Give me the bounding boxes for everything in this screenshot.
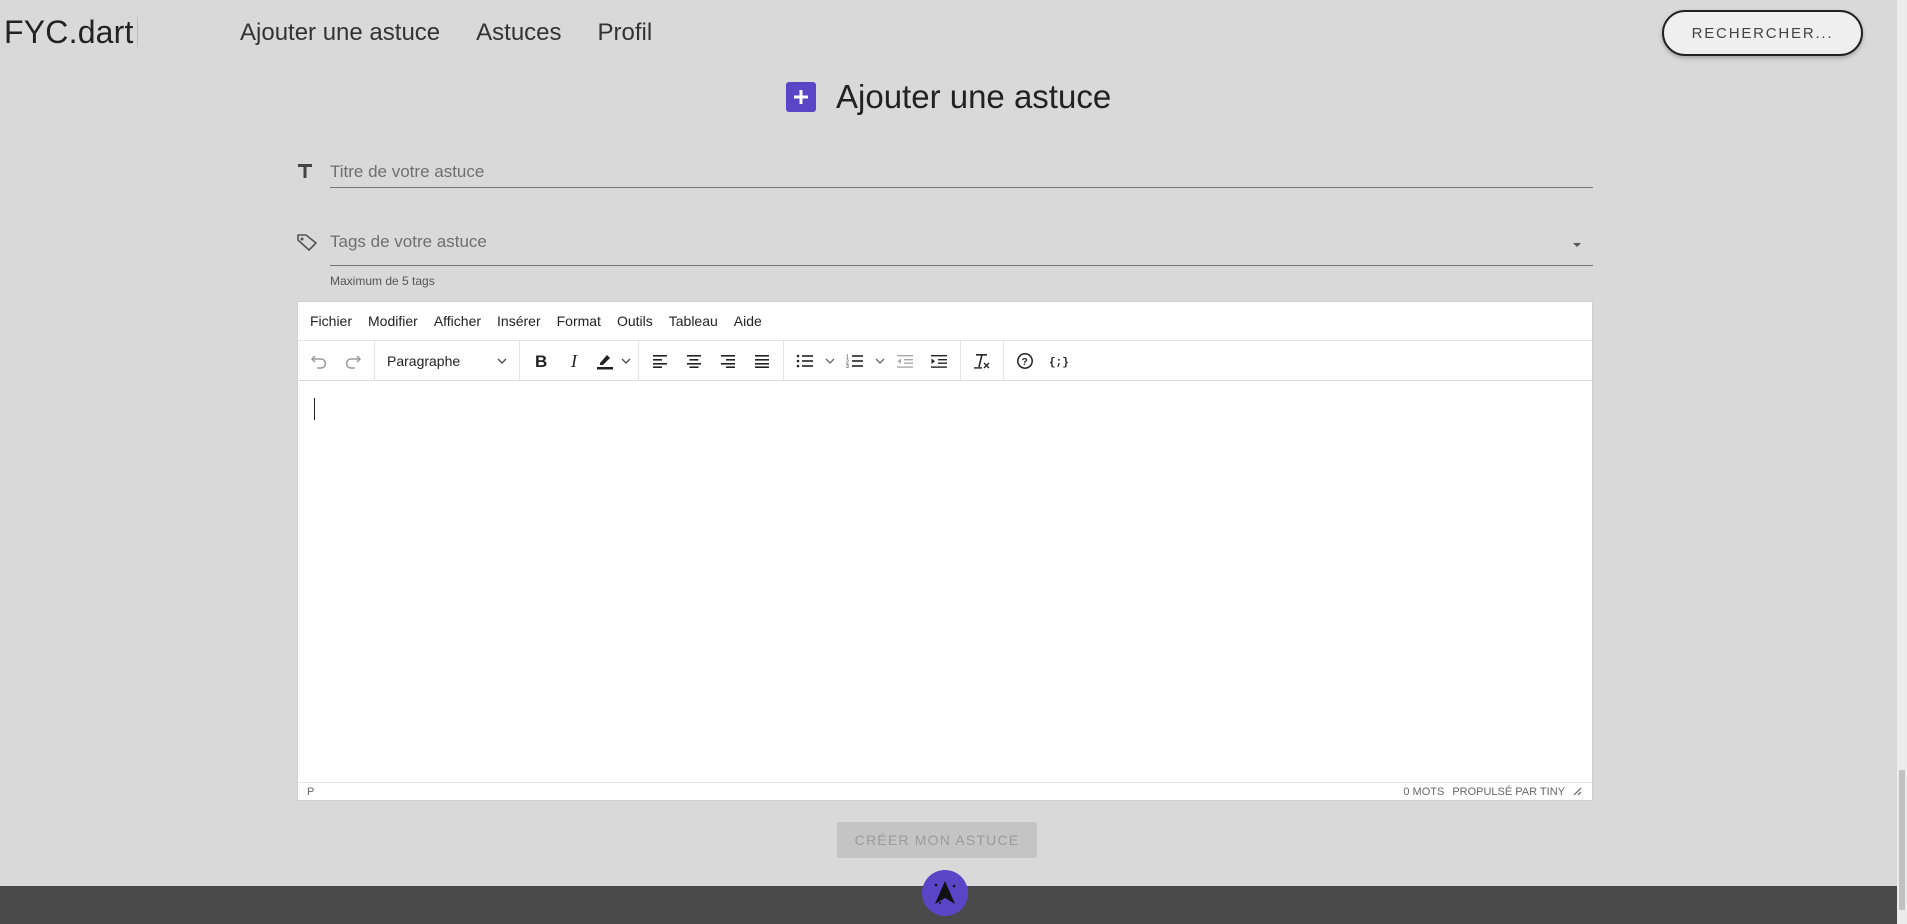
rich-text-editor: Fichier Modifier Afficher Insérer Format…	[297, 301, 1593, 801]
menu-help[interactable]: Aide	[734, 313, 762, 329]
menu-insert[interactable]: Insérer	[497, 313, 541, 329]
nav-link-tips[interactable]: Astuces	[476, 19, 561, 47]
title-field[interactable]: Titre de votre astuce	[296, 156, 1593, 190]
editor-statusbar: P 0 MOTS PROPULSÉ PAR TINY	[298, 782, 1592, 800]
help-code-group: ? {;}	[1004, 341, 1080, 380]
chevron-down-icon[interactable]	[1571, 236, 1583, 254]
chevron-down-icon[interactable]	[872, 346, 888, 376]
word-count[interactable]: 0 MOTS	[1403, 786, 1444, 798]
block-format-value: Paragraphe	[387, 352, 461, 369]
clear-format-group	[961, 341, 1004, 380]
editor-content-area[interactable]	[298, 382, 1592, 782]
nav-link-add-tip[interactable]: Ajouter une astuce	[240, 19, 440, 47]
text-style-group: B I	[520, 341, 639, 380]
svg-text:{;}: {;}	[1049, 357, 1069, 368]
chevron-down-icon[interactable]	[822, 346, 838, 376]
bold-icon[interactable]: B	[524, 346, 558, 376]
svg-text:B: B	[535, 353, 547, 369]
svg-text:?: ?	[1022, 357, 1028, 368]
align-right-icon[interactable]	[711, 346, 745, 376]
chevron-down-icon	[497, 358, 507, 364]
svg-text:3: 3	[846, 364, 849, 368]
help-icon[interactable]: ?	[1008, 346, 1042, 376]
chevron-down-icon[interactable]	[618, 346, 634, 376]
brand-logo[interactable]: FYC.dart	[4, 14, 138, 51]
block-format-group: Paragraphe	[375, 341, 520, 380]
title-underline	[330, 187, 1593, 188]
clear-formatting-icon[interactable]	[965, 346, 999, 376]
element-path[interactable]: P	[307, 786, 314, 798]
brand-divider	[136, 17, 138, 47]
indent-icon[interactable]	[922, 346, 956, 376]
align-center-icon[interactable]	[677, 346, 711, 376]
brand-name: FYC.dart	[4, 14, 134, 50]
highlight-color-icon[interactable]	[592, 346, 618, 376]
scrollbar-thumb[interactable]	[1899, 770, 1905, 910]
menu-tools[interactable]: Outils	[617, 313, 653, 329]
align-justify-icon[interactable]	[745, 346, 779, 376]
outdent-icon[interactable]	[888, 346, 922, 376]
title-input[interactable]: Titre de votre astuce	[330, 162, 484, 182]
resize-handle-icon[interactable]	[1573, 787, 1582, 796]
menu-table[interactable]: Tableau	[669, 313, 718, 329]
search-button[interactable]: RECHERCHER...	[1662, 10, 1863, 56]
tags-underline	[330, 265, 1593, 266]
page-title: Ajouter une astuce	[836, 78, 1112, 115]
menu-view[interactable]: Afficher	[434, 313, 481, 329]
tags-input[interactable]: Tags de votre astuce	[330, 232, 487, 252]
tags-field[interactable]: Tags de votre astuce	[296, 228, 1593, 268]
italic-icon[interactable]: I	[558, 346, 592, 376]
menu-format[interactable]: Format	[557, 313, 601, 329]
add-box-icon	[786, 82, 816, 112]
numbered-list-icon[interactable]: 123	[838, 346, 872, 376]
undo-icon[interactable]	[302, 346, 336, 376]
create-tip-button[interactable]: CRÉER MON ASTUCE	[837, 822, 1037, 858]
menu-edit[interactable]: Modifier	[368, 313, 418, 329]
history-group	[298, 341, 375, 380]
editor-toolbar: Paragraphe B I 1 2 3 ? {;}	[298, 341, 1592, 381]
tags-helper-text: Maximum de 5 tags	[330, 274, 435, 288]
main-nav: Ajouter une astuce Astuces Profil	[240, 19, 652, 47]
editor-menubar: Fichier Modifier Afficher Insérer Format…	[298, 302, 1592, 341]
top-bar: FYC.dart Ajouter une astuce Astuces Prof…	[0, 0, 1897, 66]
alignment-group	[639, 341, 784, 380]
text-format-icon	[296, 162, 314, 185]
nav-link-profile[interactable]: Profil	[598, 19, 653, 47]
page-heading: Ajouter une astuce	[786, 78, 1111, 116]
footer-logo-icon[interactable]	[922, 870, 968, 916]
tag-icon	[296, 232, 318, 257]
text-cursor	[314, 398, 315, 420]
redo-icon[interactable]	[336, 346, 370, 376]
menu-file[interactable]: Fichier	[310, 313, 352, 329]
list-group: 123	[784, 341, 961, 380]
bullet-list-icon[interactable]	[788, 346, 822, 376]
block-format-select[interactable]: Paragraphe	[379, 346, 515, 376]
svg-text:I: I	[570, 353, 578, 369]
align-left-icon[interactable]	[643, 346, 677, 376]
powered-by-link[interactable]: PROPULSÉ PAR TINY	[1452, 786, 1565, 798]
code-sample-icon[interactable]: {;}	[1042, 346, 1076, 376]
